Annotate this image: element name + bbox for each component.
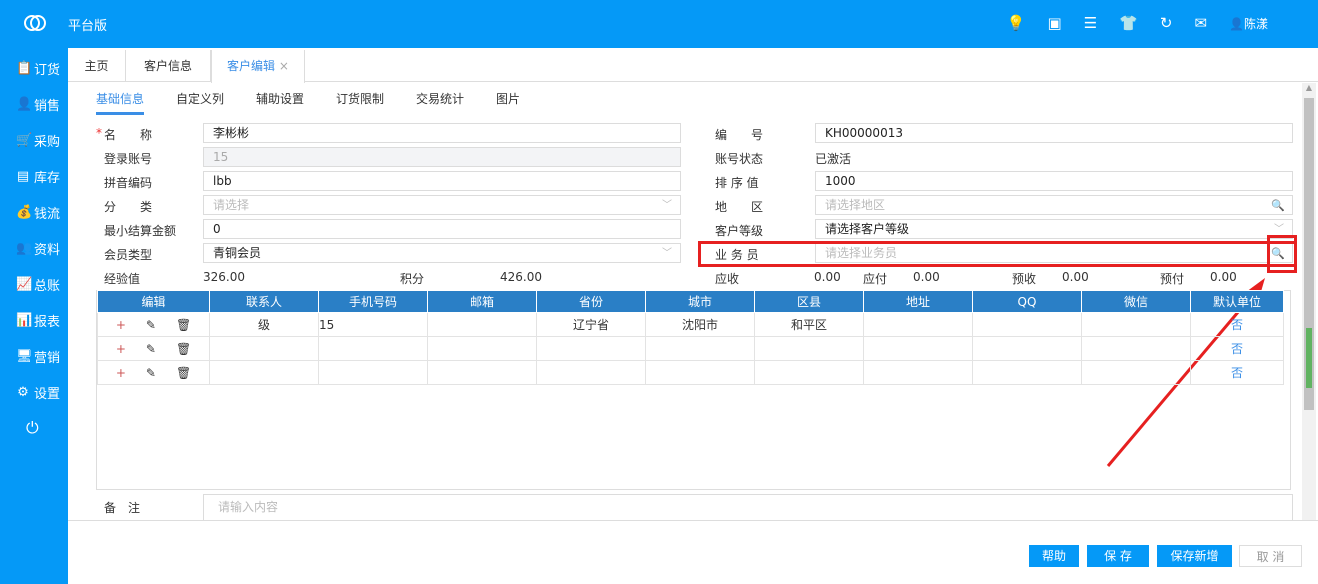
table-cell[interactable]: 否 [1190, 336, 1284, 361]
contacts-table: 编辑 联系人 手机号码 邮箱 省份 城市 区县 地址 QQ 微信 默认单位 + ✎ 🗑 级 15 辽宁省 沈阳市… [97, 290, 1284, 385]
table-cell[interactable]: 和平区 [754, 312, 864, 337]
column-header: 微信 [1081, 290, 1191, 313]
table-cell[interactable] [972, 336, 1082, 361]
delete-icon[interactable]: 🗑 [176, 318, 191, 332]
remark-label: 备 注 [104, 501, 141, 515]
row-actions: + ✎ 🗑 [97, 312, 210, 337]
delete-icon[interactable]: 🗑 [176, 366, 191, 380]
table-cell[interactable] [427, 312, 537, 337]
table-cell[interactable] [536, 360, 646, 385]
edit-icon[interactable]: ✎ [146, 366, 156, 380]
table-cell[interactable] [754, 360, 864, 385]
column-header: 编辑 [97, 290, 210, 313]
save-button[interactable]: 保 存 [1087, 545, 1149, 567]
table-cell[interactable]: 否 [1190, 312, 1284, 337]
delete-icon[interactable]: 🗑 [176, 342, 191, 356]
add-row-icon[interactable]: + [116, 366, 126, 380]
add-row-icon[interactable]: + [116, 318, 126, 332]
help-button[interactable]: 帮助 [1029, 545, 1079, 567]
table-cell[interactable] [863, 312, 973, 337]
column-header: 区县 [754, 290, 864, 313]
add-row-icon[interactable]: + [116, 342, 126, 356]
cancel-button[interactable]: 取 消 [1239, 545, 1302, 567]
table-cell[interactable]: 辽宁省 [536, 312, 646, 337]
column-header: 省份 [536, 290, 646, 313]
table-cell[interactable] [754, 336, 864, 361]
table-cell[interactable] [536, 336, 646, 361]
table-cell[interactable] [209, 336, 319, 361]
table-cell[interactable] [645, 360, 755, 385]
table-row: + ✎ 🗑 否 [97, 336, 1284, 361]
column-header: QQ [972, 290, 1082, 313]
table-cell[interactable] [645, 336, 755, 361]
table-cell[interactable] [972, 360, 1082, 385]
table-cell[interactable] [427, 336, 537, 361]
edit-icon[interactable]: ✎ [146, 318, 156, 332]
row-actions: + ✎ 🗑 [97, 336, 210, 361]
table-cell[interactable]: 否 [1190, 360, 1284, 385]
table-cell[interactable] [318, 336, 428, 361]
table-cell[interactable] [863, 360, 973, 385]
scrollbar[interactable]: ▲ [1302, 83, 1316, 520]
table-cell[interactable] [1081, 336, 1191, 361]
row-actions: + ✎ 🗑 [97, 360, 210, 385]
table-cell[interactable] [1081, 312, 1191, 337]
remark-input[interactable]: 请输入内容 [203, 494, 1293, 520]
table-cell[interactable] [1081, 360, 1191, 385]
table-row: + ✎ 🗑 级 15 辽宁省 沈阳市 和平区 否 [97, 312, 1284, 337]
table-cell[interactable]: 15 [318, 312, 428, 337]
table-cell[interactable] [318, 360, 428, 385]
table-cell[interactable] [972, 312, 1082, 337]
table-row: + ✎ 🗑 否 [97, 360, 1284, 385]
column-header: 城市 [645, 290, 755, 313]
column-header: 默认单位 [1190, 290, 1284, 313]
column-header: 联系人 [209, 290, 319, 313]
table-cell[interactable]: 级 [209, 312, 319, 337]
table-cell[interactable] [427, 360, 537, 385]
table-cell[interactable] [209, 360, 319, 385]
table-cell[interactable] [863, 336, 973, 361]
edit-icon[interactable]: ✎ [146, 342, 156, 356]
save-new-button[interactable]: 保存新增 [1157, 545, 1232, 567]
column-header: 手机号码 [318, 290, 428, 313]
footer-divider [68, 520, 1318, 521]
table-cell[interactable]: 沈阳市 [645, 312, 755, 337]
column-header: 地址 [863, 290, 973, 313]
column-header: 邮箱 [427, 290, 537, 313]
